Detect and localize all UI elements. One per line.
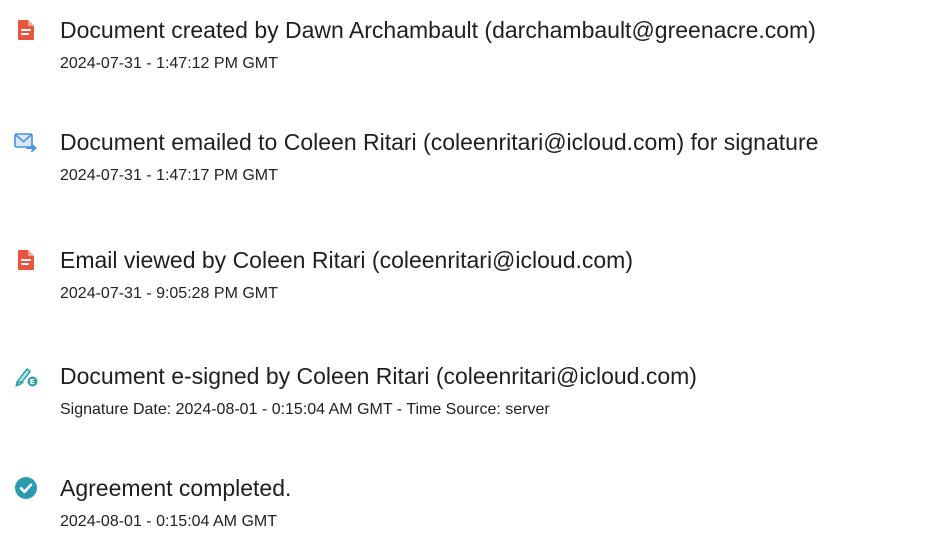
event-title: Email viewed by Coleen Ritari (coleenrit… (60, 247, 634, 273)
audit-event: Email viewed by Coleen Ritari (coleenrit… (14, 244, 934, 304)
document-icon (14, 248, 38, 272)
event-title: Document created by Dawn Archambault (da… (60, 17, 816, 43)
event-title: Document e-signed by Coleen Ritari (cole… (60, 363, 697, 389)
audit-event: Document created by Dawn Archambault (da… (14, 14, 934, 74)
audit-event: Document emailed to Coleen Ritari (colee… (14, 126, 934, 186)
audit-history-list: Document created by Dawn Archambault (da… (0, 0, 940, 540)
document-icon (14, 18, 38, 42)
event-timestamp: 2024-07-31 - 1:47:17 PM GMT (60, 167, 278, 184)
event-timestamp: 2024-08-01 - 0:15:04 AM GMT (60, 513, 277, 530)
check-circle-icon (14, 476, 38, 500)
event-timestamp: 2024-07-31 - 9:05:28 PM GMT (60, 285, 278, 302)
event-timestamp: 2024-07-31 - 1:47:12 PM GMT (60, 55, 278, 72)
audit-event: Agreement completed. 2024-08-01 - 0:15:0… (14, 472, 934, 532)
event-title: Document emailed to Coleen Ritari (colee… (60, 129, 819, 155)
audit-event: Document e-signed by Coleen Ritari (cole… (14, 360, 934, 420)
event-timestamp: Signature Date: 2024-08-01 - 0:15:04 AM … (60, 401, 550, 418)
e-sign-pen-icon (14, 364, 38, 388)
event-title: Agreement completed. (60, 475, 292, 501)
email-sent-icon (14, 130, 38, 154)
